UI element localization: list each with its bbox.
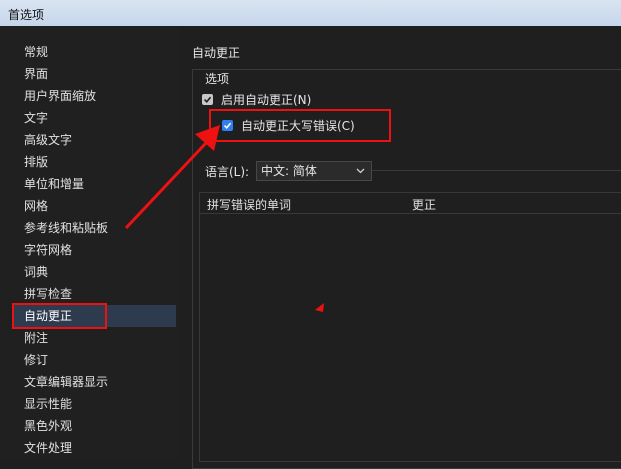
- language-select[interactable]: 中文: 简体: [256, 161, 372, 181]
- column-header-correction: 更正: [412, 198, 437, 212]
- sidebar-item-grids[interactable]: 网格: [12, 195, 176, 217]
- sidebar-item-dictionary[interactable]: 词典: [12, 261, 176, 283]
- language-separator: [372, 170, 621, 171]
- sidebar-item-general[interactable]: 常规: [12, 41, 176, 63]
- sidebar-item-advanced-type[interactable]: 高级文字: [12, 129, 176, 151]
- preferences-sidebar: 常规 界面 用户界面缩放 文字 高级文字 排版 单位和增量 网格 参考线和粘贴板…: [0, 26, 180, 460]
- panel-title: 自动更正: [192, 46, 241, 60]
- language-value: 中文: 简体: [261, 164, 317, 178]
- column-header-misspelled: 拼写错误的单词: [207, 198, 292, 212]
- sidebar-item-units[interactable]: 单位和增量: [12, 173, 176, 195]
- sidebar-item-story-editor[interactable]: 文章编辑器显示: [12, 371, 176, 393]
- sidebar-item-display-performance[interactable]: 显示性能: [12, 393, 176, 415]
- chevron-down-icon: [356, 168, 365, 174]
- autocorrect-table[interactable]: [199, 192, 621, 462]
- window-titlebar: 首选项: [0, 0, 621, 26]
- sidebar-item-guides[interactable]: 参考线和粘贴板: [12, 217, 176, 239]
- sidebar-item-spelling[interactable]: 拼写检查: [12, 283, 176, 305]
- options-legend: 选项: [205, 72, 230, 86]
- annotation-highlight-sidebar: [12, 303, 107, 329]
- sidebar-item-ui-scaling[interactable]: 用户界面缩放: [12, 85, 176, 107]
- table-header-divider: [200, 213, 621, 214]
- sidebar-item-composition[interactable]: 排版: [12, 151, 176, 173]
- enable-autocorrect-label: 启用自动更正(N): [221, 93, 312, 107]
- window-title: 首选项: [8, 8, 45, 22]
- sidebar-item-notes[interactable]: 附注: [12, 327, 176, 349]
- sidebar-item-track-changes[interactable]: 修订: [12, 349, 176, 371]
- sidebar-item-type[interactable]: 文字: [12, 107, 176, 129]
- sidebar-item-interface[interactable]: 界面: [12, 63, 176, 85]
- annotation-highlight-checkbox: [209, 109, 391, 142]
- sidebar-item-frame-grid[interactable]: 字符网格: [12, 239, 176, 261]
- checkbox-checked-icon: [202, 94, 213, 105]
- sidebar-item-file-handling[interactable]: 文件处理: [12, 437, 176, 459]
- sidebar-item-appearance-of-black[interactable]: 黑色外观: [12, 415, 176, 437]
- enable-autocorrect-checkbox[interactable]: 启用自动更正(N): [202, 91, 311, 109]
- language-label: 语言(L):: [205, 165, 250, 179]
